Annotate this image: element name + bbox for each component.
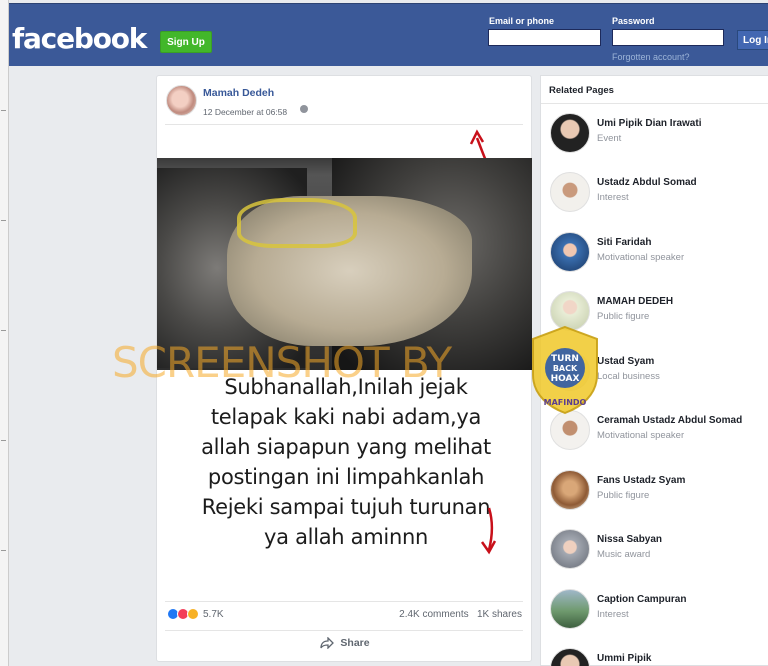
rail-tick <box>1 550 6 551</box>
related-page-item[interactable]: Siti Faridah Motivational speaker <box>550 232 765 276</box>
page-name[interactable]: Ustadz Abdul Somad <box>597 177 697 188</box>
rail-tick <box>1 110 6 111</box>
password-field[interactable] <box>612 29 724 46</box>
page-name[interactable]: Ummi Pipik <box>597 653 651 664</box>
page-category: Motivational speaker <box>597 252 685 263</box>
photo-yellow-outline <box>237 198 357 248</box>
password-label: Password <box>612 16 655 26</box>
page-avatar[interactable] <box>550 172 590 212</box>
turnbackhoax-stamp: TURN BACK HOAX MAFINDO <box>529 325 601 415</box>
related-page-item[interactable]: Nissa Sabyan Music award <box>550 529 765 573</box>
mafindo-badge-logo: TURN BACK HOAX MAFINDO <box>532 325 598 415</box>
related-page-item[interactable]: Ummi Pipik <box>550 648 765 666</box>
email-label: Email or phone <box>489 16 555 26</box>
post-image-caption: Subhanallah,Inilah jejak telapak kaki na… <box>179 372 513 552</box>
svg-text:HOAX: HOAX <box>551 374 580 384</box>
divider <box>165 124 523 125</box>
svg-text:MAFINDO: MAFINDO <box>544 398 587 407</box>
rail-tick <box>1 330 6 331</box>
page-avatar[interactable] <box>550 232 590 272</box>
page-category: Interest <box>597 609 629 620</box>
rail-tick <box>1 220 6 221</box>
share-label: Share <box>340 637 370 649</box>
caption-line: Rejeki sampai tujuh turunan <box>201 495 491 519</box>
page-avatar[interactable] <box>550 410 590 450</box>
related-pages-title: Related Pages <box>549 85 614 96</box>
wow-reaction-icon <box>187 608 199 620</box>
top-navigation-bar: facebook Sign Up Email or phone Password… <box>9 3 768 66</box>
related-page-item[interactable]: Umi Pipik Dian Irawati Event <box>550 113 765 157</box>
caption-line: allah siapapun yang melihat <box>201 435 491 459</box>
post-timestamp[interactable]: 12 December at 06:58 <box>203 107 287 117</box>
page-category: Event <box>597 133 622 144</box>
rail-tick <box>1 440 6 441</box>
shares-count-link[interactable]: 1K shares <box>477 609 522 620</box>
caption-line: telapak kaki nabi adam,ya <box>210 405 482 429</box>
related-page-item[interactable]: Caption Campuran Interest <box>550 589 765 633</box>
reaction-count: 5.7K <box>203 608 224 620</box>
page-name[interactable]: Umi Pipik Dian Irawati <box>597 118 701 129</box>
share-button[interactable]: Share <box>157 637 533 649</box>
related-page-item[interactable]: Fans Ustadz Syam Public figure <box>550 470 765 514</box>
engagement-counts: 2.4K comments 1K shares <box>399 609 522 620</box>
related-page-item[interactable]: Ustadz Abdul Somad Interest <box>550 172 765 216</box>
page-avatar[interactable] <box>550 589 590 629</box>
svg-text:TURN: TURN <box>551 354 579 364</box>
forgotten-account-link[interactable]: Forgotten account? <box>612 52 690 62</box>
page-category: Public figure <box>597 490 650 501</box>
email-field[interactable] <box>488 29 601 46</box>
author-avatar[interactable] <box>166 85 197 116</box>
page-name[interactable]: Ceramah Ustadz Abdul Somad <box>597 415 742 426</box>
left-edge-rail <box>0 0 9 666</box>
related-page-item[interactable]: Ceramah Ustadz Abdul Somad Motivational … <box>550 410 765 454</box>
page-category: Public figure <box>597 311 650 322</box>
caption-line: ya allah aminnn <box>264 525 428 549</box>
post-author-name[interactable]: Mamah Dedeh <box>203 87 274 99</box>
page-name[interactable]: Caption Campuran <box>597 594 686 605</box>
page-category: Local business <box>597 371 660 382</box>
sign-up-button[interactable]: Sign Up <box>160 31 212 53</box>
svg-text:BACK: BACK <box>553 364 578 373</box>
page-avatar[interactable] <box>550 529 590 569</box>
page-category: Motivational speaker <box>597 430 685 441</box>
page-name[interactable]: Ustad Syam <box>597 356 654 367</box>
log-in-button[interactable]: Log In <box>737 30 768 50</box>
share-arrow-icon <box>320 637 335 649</box>
page-category: Music award <box>597 549 651 560</box>
caption-line: postingan ini limpahkanlah <box>207 465 485 489</box>
page-name[interactable]: Fans Ustadz Syam <box>597 475 685 486</box>
facebook-logo[interactable]: facebook <box>12 22 147 55</box>
comments-count-link[interactable]: 2.4K comments <box>399 609 468 620</box>
page-avatar[interactable] <box>550 470 590 510</box>
page-avatar[interactable] <box>550 113 590 153</box>
globe-icon <box>300 105 308 113</box>
reactions-summary[interactable]: 5.7K <box>167 608 224 620</box>
page-name[interactable]: MAMAH DEDEH <box>597 296 673 307</box>
divider <box>541 103 768 104</box>
page-avatar[interactable] <box>550 648 590 666</box>
page-name[interactable]: Nissa Sabyan <box>597 534 662 545</box>
red-arrow-down-icon <box>480 507 497 555</box>
page-name[interactable]: Siti Faridah <box>597 237 651 248</box>
divider <box>165 630 523 631</box>
page-category: Interest <box>597 192 629 203</box>
screenshot-watermark: SCREENSHOT BY <box>112 338 452 387</box>
divider <box>165 601 523 602</box>
